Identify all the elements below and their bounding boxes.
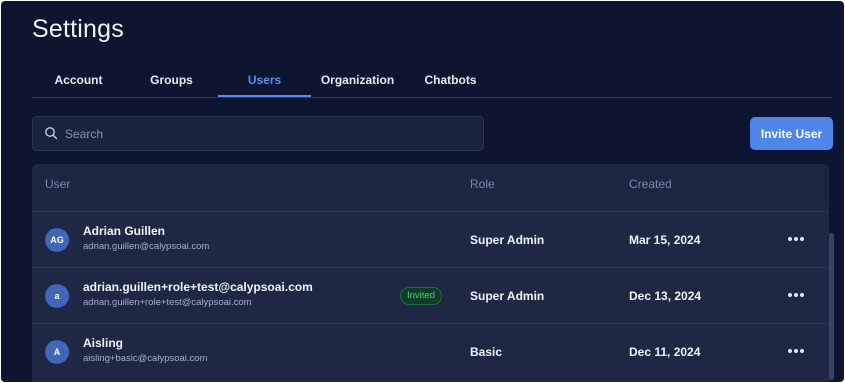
user-name: Adrian Guillen <box>83 224 166 238</box>
tab-users[interactable]: Users <box>218 65 311 97</box>
search-icon <box>45 127 58 140</box>
user-role: Super Admin <box>470 289 545 303</box>
user-email: adrian.guillen+role+test@calypsoai.com <box>83 297 252 308</box>
invited-status-badge: Invited <box>400 287 442 305</box>
more-options-icon[interactable] <box>788 344 808 358</box>
users-table: User Role Created AG Adrian Guillen adri… <box>32 164 829 382</box>
user-name: adrian.guillen+role+test@calypsoai.com <box>83 280 313 294</box>
tab-chatbots[interactable]: Chatbots <box>404 65 497 97</box>
header-user: User <box>45 177 71 191</box>
search-box <box>32 116 484 151</box>
header-role: Role <box>470 177 495 191</box>
user-email: adrian.guillen@calypsoai.com <box>83 241 210 252</box>
settings-tabs: Account Groups Users Organization Chatbo… <box>32 65 833 98</box>
more-options-icon[interactable] <box>788 232 808 246</box>
header-created: Created <box>629 177 672 191</box>
user-role: Basic <box>470 345 503 359</box>
user-email: aisling+basic@calypsoai.com <box>83 353 208 364</box>
user-name: Aisling <box>83 336 124 350</box>
table-row[interactable]: A Aisling aisling+basic@calypsoai.com Ba… <box>32 323 829 379</box>
invite-user-button[interactable]: Invite User <box>750 117 833 150</box>
user-created-date: Mar 15, 2024 <box>629 233 701 247</box>
tab-groups[interactable]: Groups <box>125 65 218 97</box>
table-row[interactable]: a adrian.guillen+role+test@calypsoai.com… <box>32 267 829 323</box>
user-role: Super Admin <box>470 233 545 247</box>
table-header: User Role Created <box>32 164 829 204</box>
avatar: a <box>45 284 69 308</box>
user-created-date: Dec 11, 2024 <box>629 345 701 359</box>
page-title: Settings <box>32 15 124 43</box>
table-row[interactable]: AG Adrian Guillen adrian.guillen@calypso… <box>32 211 829 267</box>
tab-account[interactable]: Account <box>32 65 125 97</box>
table-scrollbar-thumb[interactable] <box>829 233 834 380</box>
user-created-date: Dec 13, 2024 <box>629 289 702 303</box>
avatar: A <box>45 340 69 364</box>
more-options-icon[interactable] <box>788 288 808 302</box>
settings-window: Settings Account Groups Users Organizati… <box>1 1 844 382</box>
search-input[interactable] <box>65 117 475 150</box>
tab-organization[interactable]: Organization <box>311 65 404 97</box>
avatar: AG <box>45 228 69 252</box>
